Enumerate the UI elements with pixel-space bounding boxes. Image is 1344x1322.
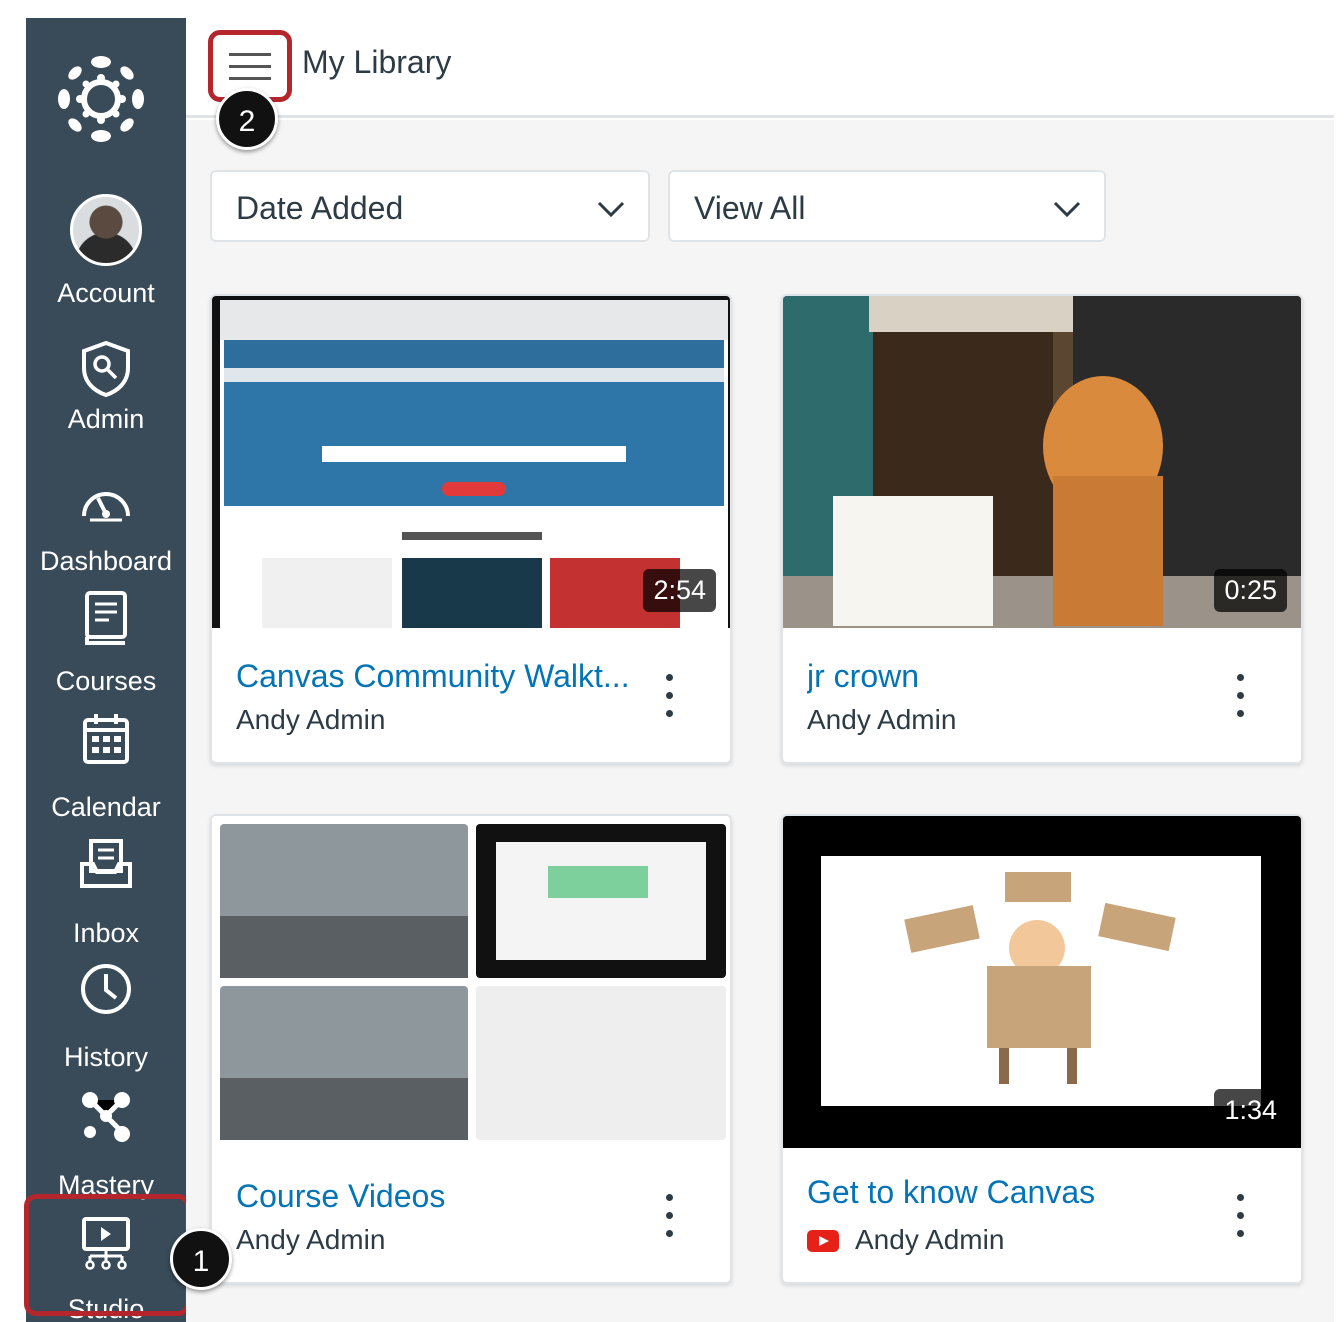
video-thumbnail[interactable]: 0:25 [783, 296, 1301, 628]
kebab-menu-icon[interactable] [1233, 1194, 1247, 1238]
kebab-menu-icon[interactable] [1233, 674, 1247, 718]
global-navigation: Account Admin Dashboard Courses Calendar… [26, 18, 186, 1322]
nav-item-dashboard[interactable]: Dashboard [26, 472, 186, 594]
card-title-link[interactable]: jr crown [807, 658, 919, 695]
page-title: My Library [302, 44, 452, 80]
card-title-link[interactable]: Get to know Canvas [807, 1174, 1095, 1211]
collection-card[interactable]: Course Videos Andy Admin [210, 814, 732, 1284]
video-thumbnail[interactable]: 2:54 [212, 296, 730, 628]
video-thumbnail[interactable]: 1:34 [783, 816, 1301, 1148]
nav-item-label: Calendar [51, 792, 161, 822]
nav-item-admin[interactable]: Admin [26, 336, 186, 458]
nav-item-label: Account [57, 278, 155, 308]
view-select-value: View All [694, 190, 806, 226]
inbox-icon [80, 839, 132, 888]
nav-item-inbox[interactable]: Inbox [26, 836, 186, 958]
book-icon [85, 591, 127, 645]
nav-item-label: Courses [55, 666, 157, 696]
youtube-icon [807, 1230, 839, 1252]
nav-item-mastery[interactable]: Mastery [26, 1086, 186, 1208]
card-owner: Andy Admin [236, 1224, 386, 1255]
nav-item-label: Admin [67, 404, 145, 434]
account-avatar [70, 194, 142, 266]
kebab-menu-icon[interactable] [662, 674, 676, 718]
video-duration-badge: 1:34 [1214, 1089, 1287, 1132]
step-callout-1: 1 [170, 1228, 232, 1290]
sort-select-value: Date Added [236, 190, 404, 226]
mastery-nodes-icon [82, 1092, 130, 1142]
media-card[interactable]: 2:54 Canvas Community Walkt... Andy Admi… [210, 294, 732, 764]
calendar-icon [83, 714, 129, 764]
video-duration-badge: 2:54 [643, 569, 716, 612]
card-title-link[interactable]: Course Videos [236, 1178, 445, 1215]
nav-item-label: Inbox [72, 918, 140, 948]
app-frame: Account Admin Dashboard Courses Calendar… [0, 0, 1344, 1322]
canvas-logo-icon[interactable] [56, 54, 146, 144]
studio-highlight-box [24, 1194, 190, 1316]
card-owner: Andy Admin [807, 704, 957, 735]
card-owner: Andy Admin [236, 704, 386, 735]
clock-icon [81, 964, 131, 1014]
card-title-link[interactable]: Canvas Community Walkt... [236, 658, 630, 695]
nav-item-account[interactable]: Account [26, 190, 186, 312]
nav-item-label: History [63, 1042, 148, 1072]
media-card[interactable]: 1:34 Get to know Canvas Andy Admin [781, 814, 1303, 1284]
collection-preview-images [212, 816, 730, 1148]
shield-icon [82, 340, 130, 398]
step-callout-2: 2 [216, 88, 278, 150]
nav-item-history[interactable]: History [26, 962, 186, 1084]
card-owner: Andy Admin [855, 1224, 1005, 1255]
video-duration-badge: 0:25 [1214, 569, 1287, 612]
chevron-down-icon [1053, 201, 1081, 218]
dashboard-gauge-icon [82, 492, 130, 522]
collection-thumbnail-grid[interactable] [212, 816, 730, 1148]
nav-item-courses[interactable]: Courses [26, 588, 186, 710]
chevron-down-icon [597, 201, 625, 218]
kebab-menu-icon[interactable] [662, 1194, 676, 1238]
media-card[interactable]: 0:25 jr crown Andy Admin [781, 294, 1303, 764]
nav-item-label: Dashboard [39, 546, 173, 576]
nav-item-calendar[interactable]: Calendar [26, 708, 186, 830]
sort-select[interactable]: Date Added [210, 170, 650, 242]
view-select[interactable]: View All [668, 170, 1106, 242]
